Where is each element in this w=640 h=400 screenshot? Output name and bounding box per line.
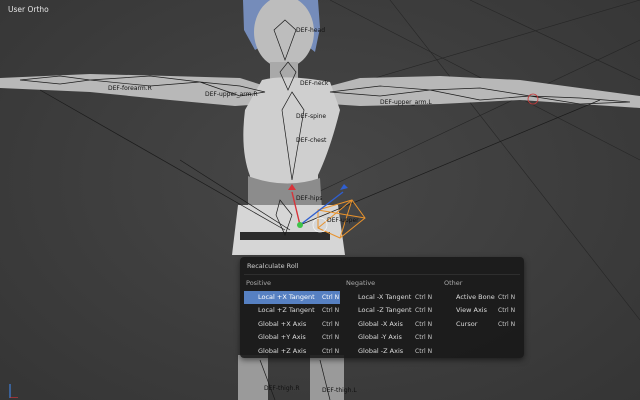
menu-item-cursor[interactable]: Cursor Ctrl N [442, 318, 520, 331]
menu-item-label: Global -Z Axis [358, 346, 404, 355]
menu-item-global-pos-x-axis[interactable]: Global +X Axis Ctrl N [244, 318, 340, 331]
positive-column: Positive Local +X Tangent Ctrl N Local +… [244, 279, 340, 358]
other-column: Other Active Bone Ctrl N View Axis Ctrl … [442, 279, 520, 331]
bone-label-forearm-r: DEF-forearm.R [108, 85, 152, 92]
menu-item-shortcut: Ctrl N [322, 347, 340, 355]
menu-item-view-axis[interactable]: View Axis Ctrl N [442, 304, 520, 317]
menu-item-shortcut: Ctrl N [322, 334, 340, 342]
bone-label-spine: DEF-spine [296, 113, 326, 120]
menu-item-label: Active Bone [456, 293, 495, 301]
menu-item-global-neg-z-axis[interactable]: Global -Z Axis Ctrl N [344, 345, 440, 358]
menu-item-local-neg-x-tangent[interactable]: Local -X Tangent Ctrl N [344, 291, 440, 304]
menu-item-label: Local +X Tangent [258, 293, 315, 301]
menu-item-shortcut: Ctrl N [415, 307, 433, 315]
menu-item-local-neg-z-tangent[interactable]: Local -Z Tangent Ctrl N [344, 304, 440, 317]
menu-item-label: Global +Z Axis [258, 346, 307, 355]
menu-item-label: Global -X Axis [358, 319, 403, 328]
viewport-label: User Ortho [8, 5, 49, 14]
menu-item-active-bone[interactable]: Active Bone Ctrl N [442, 291, 520, 304]
menu-title: Recalculate Roll [247, 262, 299, 270]
menu-item-local-pos-x-tangent[interactable]: Local +X Tangent Ctrl N [244, 291, 340, 305]
belt-mesh [240, 232, 330, 240]
menu-item-label: Local -Z Tangent [358, 306, 412, 315]
menu-item-shortcut: Ctrl N [415, 347, 433, 355]
menu-item-global-pos-z-axis[interactable]: Global +Z Axis Ctrl N [244, 345, 340, 358]
hips-mesh [232, 205, 345, 255]
bone-label-upper: DEF-upper [327, 217, 359, 224]
negative-header: Negative [346, 279, 376, 287]
menu-item-shortcut: Ctrl N [498, 320, 516, 328]
menu-item-global-neg-x-axis[interactable]: Global -X Axis Ctrl N [344, 318, 440, 331]
bone-label-upper-arm-l: DEF-upper_arm.L [380, 99, 432, 106]
bone-label-chest: DEF-chest [296, 137, 327, 144]
menu-item-shortcut: Ctrl N [498, 294, 516, 301]
menu-item-label: Local -X Tangent [358, 293, 412, 301]
menu-item-label: Global +Y Axis [258, 333, 306, 342]
menu-item-label: Global +X Axis [258, 319, 307, 328]
menu-item-global-neg-y-axis[interactable]: Global -Y Axis Ctrl N [344, 331, 440, 344]
bone-label-hips: DEF-hips [296, 195, 322, 202]
bone-label-thigh-l: DEF-thigh.L [322, 387, 357, 394]
positive-header: Positive [246, 279, 272, 287]
leg-mesh-right [238, 355, 268, 400]
recalculate-roll-menu: Recalculate Roll Positive Local +X Tange… [240, 257, 524, 358]
bone-label-head: DEF-head [296, 27, 325, 34]
menu-item-label: Cursor [456, 319, 478, 328]
menu-item-shortcut: Ctrl N [415, 334, 433, 342]
menu-item-shortcut: Ctrl N [322, 294, 340, 301]
menu-item-shortcut: Ctrl N [498, 307, 516, 315]
menu-item-label: Global -Y Axis [358, 333, 402, 342]
menu-item-label: Local +Z Tangent [258, 306, 315, 315]
menu-item-global-pos-y-axis[interactable]: Global +Y Axis Ctrl N [244, 331, 340, 344]
menu-item-shortcut: Ctrl N [415, 294, 433, 301]
menu-item-shortcut: Ctrl N [322, 320, 340, 328]
other-header: Other [444, 279, 463, 287]
negative-column: Negative Local -X Tangent Ctrl N Local -… [344, 279, 440, 358]
bone-label-neck: DEF-neck [300, 80, 329, 87]
axis-orientation-icon [9, 384, 18, 398]
menu-item-local-pos-z-tangent[interactable]: Local +Z Tangent Ctrl N [244, 304, 340, 317]
bone-label-upper-arm-r: DEF-upper_arm.R [205, 91, 258, 98]
menu-item-shortcut: Ctrl N [322, 307, 340, 315]
menu-item-label: View Axis [456, 306, 487, 315]
menu-item-shortcut: Ctrl N [415, 320, 433, 328]
bone-label-thigh-r: DEF-thigh.R [264, 385, 300, 392]
menu-title-separator [244, 274, 520, 275]
